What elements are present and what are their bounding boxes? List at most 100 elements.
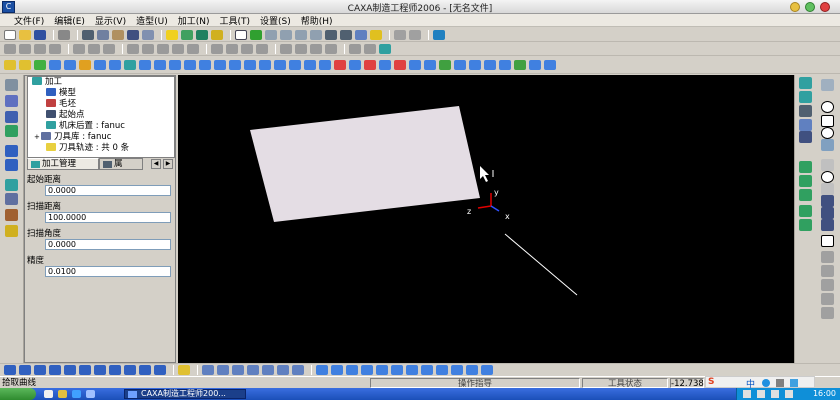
menu-modeling[interactable]: 造型(U) bbox=[136, 14, 168, 27]
toolpath-icon[interactable] bbox=[529, 59, 541, 70]
surface-edit-icon[interactable] bbox=[178, 365, 190, 375]
surface-icon[interactable] bbox=[154, 365, 166, 375]
toolpath-icon[interactable] bbox=[544, 59, 556, 70]
doc-icon[interactable] bbox=[103, 43, 115, 54]
doc-icon[interactable] bbox=[280, 43, 292, 54]
quicklaunch-browser-icon[interactable] bbox=[72, 390, 81, 398]
toolpath-icon[interactable] bbox=[319, 59, 331, 70]
toolpath-icon[interactable] bbox=[379, 59, 391, 70]
toolpath-edit-icon[interactable] bbox=[799, 105, 812, 117]
solid-icon[interactable] bbox=[376, 365, 388, 375]
toolpath-edit-icon[interactable] bbox=[799, 205, 812, 217]
graphics-viewport[interactable]: y z x bbox=[178, 75, 794, 363]
transform-icon[interactable] bbox=[5, 159, 18, 171]
transform-icon[interactable] bbox=[5, 193, 18, 205]
zoom-out-icon[interactable] bbox=[295, 29, 307, 40]
surface-edit-icon[interactable] bbox=[232, 365, 244, 375]
solid-icon[interactable] bbox=[406, 365, 418, 375]
copy-icon[interactable] bbox=[97, 29, 109, 40]
toolpath-icon[interactable] bbox=[64, 59, 76, 70]
shaded-icon[interactable] bbox=[370, 29, 382, 40]
precision-input[interactable]: 0.0100 bbox=[45, 266, 171, 277]
offset-icon[interactable] bbox=[821, 195, 834, 207]
surface-icon[interactable] bbox=[19, 365, 31, 375]
surface-edit-icon[interactable] bbox=[247, 365, 259, 375]
solid-icon[interactable] bbox=[346, 365, 358, 375]
doc-icon[interactable] bbox=[211, 43, 223, 54]
light-icon[interactable] bbox=[166, 29, 178, 40]
tab-scroll-left[interactable]: ◀ bbox=[151, 159, 161, 169]
toolpath-icon[interactable] bbox=[394, 59, 406, 70]
edit-curve-icon[interactable] bbox=[821, 265, 834, 277]
toolpath-edit-icon[interactable] bbox=[799, 219, 812, 231]
toolpath-icon[interactable] bbox=[109, 59, 121, 70]
tree-node-toolpaths[interactable]: 刀具轨迹 : 共 0 条 bbox=[46, 143, 129, 154]
zoom-window-icon[interactable] bbox=[265, 29, 277, 40]
doc-icon[interactable] bbox=[226, 43, 238, 54]
toolpath-icon[interactable] bbox=[484, 59, 496, 70]
surface-edit-icon[interactable] bbox=[292, 365, 304, 375]
menu-tools[interactable]: 工具(T) bbox=[220, 14, 251, 27]
doc-icon[interactable] bbox=[172, 43, 184, 54]
menu-edit[interactable]: 编辑(E) bbox=[54, 14, 85, 27]
toolpath-icon[interactable] bbox=[364, 59, 376, 70]
point-icon[interactable] bbox=[821, 219, 834, 231]
menu-machining[interactable]: 加工(N) bbox=[178, 14, 210, 27]
toolpath-icon[interactable] bbox=[244, 59, 256, 70]
color-icon[interactable] bbox=[211, 29, 223, 40]
toolpath-icon[interactable] bbox=[124, 59, 136, 70]
toolpath-icon[interactable] bbox=[454, 59, 466, 70]
doc-icon[interactable] bbox=[49, 43, 61, 54]
cut-icon[interactable] bbox=[82, 29, 94, 40]
zoom-in-icon[interactable] bbox=[280, 29, 292, 40]
doc-icon[interactable] bbox=[325, 43, 337, 54]
close-button[interactable] bbox=[820, 2, 830, 12]
toolpath-icon[interactable] bbox=[199, 59, 211, 70]
render-icon[interactable] bbox=[394, 29, 406, 40]
toolpath-icon[interactable] bbox=[424, 59, 436, 70]
clock[interactable]: 16:00 bbox=[813, 389, 836, 398]
tray-icon[interactable] bbox=[771, 390, 779, 398]
cube-icon[interactable] bbox=[379, 43, 391, 54]
doc-icon[interactable] bbox=[4, 43, 16, 54]
solid-icon[interactable] bbox=[436, 365, 448, 375]
toolpath-icon[interactable] bbox=[439, 59, 451, 70]
surface-edit-icon[interactable] bbox=[217, 365, 229, 375]
toolpath-icon[interactable] bbox=[169, 59, 181, 70]
toolpath-icon[interactable] bbox=[514, 59, 526, 70]
toolpath-icon[interactable] bbox=[304, 59, 316, 70]
scan-distance-input[interactable]: 100.0000 bbox=[45, 212, 171, 223]
edit-curve-icon[interactable] bbox=[821, 251, 834, 263]
edit-curve-icon[interactable] bbox=[821, 279, 834, 291]
tab-properties[interactable]: 属 bbox=[99, 158, 143, 170]
scan-line[interactable] bbox=[504, 233, 578, 296]
solid-icon[interactable] bbox=[466, 365, 478, 375]
solid-icon[interactable] bbox=[481, 365, 493, 375]
doc-icon[interactable] bbox=[88, 43, 100, 54]
toolpath-edit-icon[interactable] bbox=[799, 131, 812, 143]
tray-icon[interactable] bbox=[785, 390, 793, 398]
surface-icon[interactable] bbox=[49, 365, 61, 375]
window-icon[interactable] bbox=[235, 29, 247, 40]
toolpath-icon[interactable] bbox=[259, 59, 271, 70]
quicklaunch-desktop-icon[interactable] bbox=[44, 390, 53, 398]
function-curve-icon[interactable] bbox=[821, 159, 834, 171]
text-icon[interactable] bbox=[821, 235, 834, 247]
menu-help[interactable]: 帮助(H) bbox=[301, 14, 333, 27]
doc-icon[interactable] bbox=[310, 43, 322, 54]
redo-icon[interactable] bbox=[142, 29, 154, 40]
line-icon[interactable] bbox=[821, 79, 834, 91]
toolpath-icon[interactable] bbox=[274, 59, 286, 70]
transform-icon[interactable] bbox=[5, 179, 18, 191]
surface-icon[interactable] bbox=[139, 365, 151, 375]
toolpath-edit-icon[interactable] bbox=[799, 175, 812, 187]
doc-icon[interactable] bbox=[73, 43, 85, 54]
toolpath-edit-icon[interactable] bbox=[799, 189, 812, 201]
menu-file[interactable]: 文件(F) bbox=[14, 14, 44, 27]
menu-settings[interactable]: 设置(S) bbox=[260, 14, 291, 27]
doc-icon[interactable] bbox=[295, 43, 307, 54]
toolpath-icon[interactable] bbox=[139, 59, 151, 70]
new-file-icon[interactable] bbox=[4, 29, 16, 40]
toolpath-icon[interactable] bbox=[499, 59, 511, 70]
toolpath-icon[interactable] bbox=[289, 59, 301, 70]
